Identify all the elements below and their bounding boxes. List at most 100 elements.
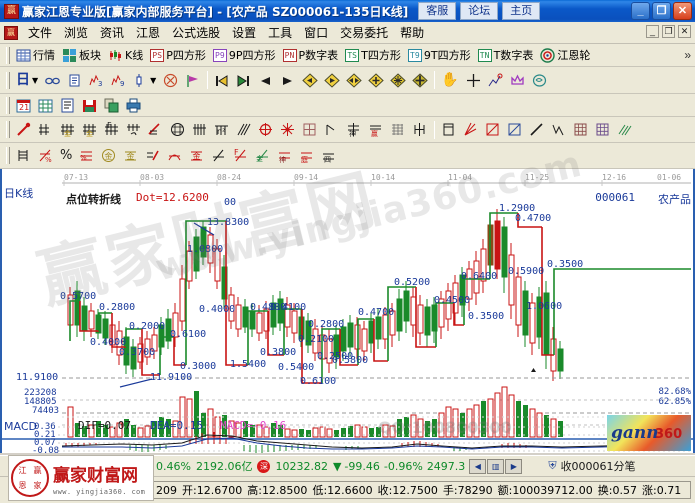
- tool-shen-angle[interactable]: 神: [274, 147, 295, 164]
- homepage-button[interactable]: 主页: [502, 2, 541, 20]
- tool-rocket[interactable]: [13, 121, 34, 138]
- zoom-plus-button[interactable]: [365, 72, 386, 89]
- status-nav-next-button[interactable]: ▶: [505, 458, 523, 474]
- status-nav-middle-button[interactable]: ▥: [487, 458, 505, 474]
- toolbar-button-t-square[interactable]: TS T四方形: [342, 46, 404, 64]
- tool-gold-line[interactable]: 金: [186, 147, 207, 164]
- candle-style-button[interactable]: ▼: [130, 72, 159, 89]
- document-button[interactable]: [64, 72, 85, 89]
- tool-spiral-grid[interactable]: [123, 121, 144, 138]
- mdi-restore-button[interactable]: ❐: [662, 25, 675, 38]
- tool-hash-grid[interactable]: [189, 121, 210, 138]
- tool-shen[interactable]: 神: [343, 121, 364, 138]
- tool-gold-angle[interactable]: 金: [252, 147, 273, 164]
- tool-bluebox[interactable]: [504, 121, 525, 138]
- wave3-button[interactable]: 3: [86, 72, 107, 89]
- period-selector[interactable]: 日 ▼: [13, 72, 41, 89]
- toolbar-button-9p-square[interactable]: P9 9P四方形: [210, 46, 279, 64]
- tool-pen-red[interactable]: [142, 147, 163, 164]
- menu-item-browse[interactable]: 浏览: [58, 22, 94, 43]
- tool-angle-lines[interactable]: [233, 121, 254, 138]
- tool-gold-grid-2[interactable]: 金: [79, 121, 100, 138]
- maximize-button[interactable]: ❐: [652, 2, 671, 20]
- tool-netgrid2[interactable]: [592, 121, 613, 138]
- spectacles-button[interactable]: [42, 72, 63, 89]
- toolbar-grip-2[interactable]: [6, 71, 10, 89]
- tool-percent-slash[interactable]: %: [35, 147, 56, 164]
- flag-button[interactable]: [182, 72, 203, 89]
- toolbar-grip-3[interactable]: [6, 96, 10, 114]
- tool-f-grid[interactable]: F: [101, 121, 122, 138]
- next-button[interactable]: [277, 72, 298, 89]
- tool-target[interactable]: [255, 121, 276, 138]
- tool-redfan[interactable]: [460, 121, 481, 138]
- customer-service-button[interactable]: 客服: [418, 2, 457, 20]
- tool-slashes[interactable]: [614, 121, 635, 138]
- toolbar-button-p-numbers[interactable]: PN P数字表: [280, 46, 342, 64]
- tool-ladder[interactable]: [13, 147, 34, 164]
- status-nav-prev-button[interactable]: ◀: [469, 458, 487, 474]
- toolbar-button-quotes[interactable]: 行情: [13, 46, 58, 64]
- brain-button[interactable]: [529, 72, 550, 89]
- tool-arch[interactable]: [164, 147, 185, 164]
- crown-button[interactable]: [507, 72, 528, 89]
- toolbar-button-sectors[interactable]: 板块: [59, 46, 104, 64]
- compass-button[interactable]: [160, 72, 181, 89]
- toolbar-button-kline[interactable]: K线: [105, 46, 146, 64]
- tool-pen-grid[interactable]: [145, 121, 166, 138]
- mdi-close-button[interactable]: ✕: [678, 25, 691, 38]
- table-button[interactable]: [35, 97, 56, 114]
- tool-four-angle[interactable]: 四: [318, 147, 339, 164]
- menu-item-formula[interactable]: 公式选股: [166, 22, 226, 43]
- tool-redbox[interactable]: [482, 121, 503, 138]
- menu-item-file[interactable]: 文件: [22, 22, 58, 43]
- last-page-button[interactable]: [233, 72, 254, 89]
- forum-button[interactable]: 论坛: [460, 2, 499, 20]
- zoom-both-button[interactable]: [343, 72, 364, 89]
- tool-ting-angle[interactable]: 庭: [296, 147, 317, 164]
- tool-f-angle[interactable]: F: [230, 147, 251, 164]
- tool-frame[interactable]: [438, 121, 459, 138]
- copy-button[interactable]: [101, 97, 122, 114]
- toolbar-button-t-numbers[interactable]: TN T数字表: [475, 46, 537, 64]
- close-button[interactable]: ✕: [673, 2, 692, 20]
- marker-button[interactable]: [485, 72, 506, 89]
- toolbar-grip[interactable]: [6, 46, 10, 64]
- pan-button[interactable]: ✋: [438, 72, 461, 89]
- tool-zigzag[interactable]: [548, 121, 569, 138]
- tool-circle-grid[interactable]: [167, 121, 188, 138]
- mdi-minimize-button[interactable]: _: [646, 25, 659, 38]
- menu-item-window[interactable]: 窗口: [298, 22, 334, 43]
- toolbar-button-p-square[interactable]: PS P四方形: [147, 46, 209, 64]
- tool-percent-grid[interactable]: %: [76, 147, 97, 164]
- tool-gold-bar[interactable]: 金: [120, 147, 141, 164]
- zoom-cross-button[interactable]: [409, 72, 430, 89]
- menu-item-gann[interactable]: 江恩: [130, 22, 166, 43]
- calendar-button[interactable]: 21: [13, 97, 34, 114]
- tool-box-grid[interactable]: [299, 121, 320, 138]
- tool-penline[interactable]: [526, 121, 547, 138]
- tool-n2-grid[interactable]: n²: [211, 121, 232, 138]
- tool-gold-grid-1[interactable]: 金: [57, 121, 78, 138]
- menu-item-trade[interactable]: 交易委托: [334, 22, 394, 43]
- toolbar-button-9t-square[interactable]: T9 9T四方形: [405, 46, 474, 64]
- tool-mesh[interactable]: [387, 121, 408, 138]
- toolbar-grip-4[interactable]: [6, 121, 10, 138]
- tool-slope[interactable]: [321, 121, 342, 138]
- tool-fork[interactable]: [35, 121, 56, 138]
- report-button[interactable]: [57, 97, 78, 114]
- menu-item-settings[interactable]: 设置: [226, 22, 262, 43]
- minimize-button[interactable]: _: [631, 2, 650, 20]
- tool-netgrid[interactable]: [570, 121, 591, 138]
- tool-ying[interactable]: 赢: [365, 121, 386, 138]
- first-page-button[interactable]: [211, 72, 232, 89]
- wave9-button[interactable]: 9: [108, 72, 129, 89]
- tool-gold-circle[interactable]: 金: [98, 147, 119, 164]
- tool-star-burst[interactable]: [277, 121, 298, 138]
- print-button[interactable]: [123, 97, 144, 114]
- menu-item-news[interactable]: 资讯: [94, 22, 130, 43]
- save-button[interactable]: [79, 97, 100, 114]
- tool-angle1[interactable]: [208, 147, 229, 164]
- tool-vbar[interactable]: [409, 121, 430, 138]
- zoom-star-button[interactable]: [387, 72, 408, 89]
